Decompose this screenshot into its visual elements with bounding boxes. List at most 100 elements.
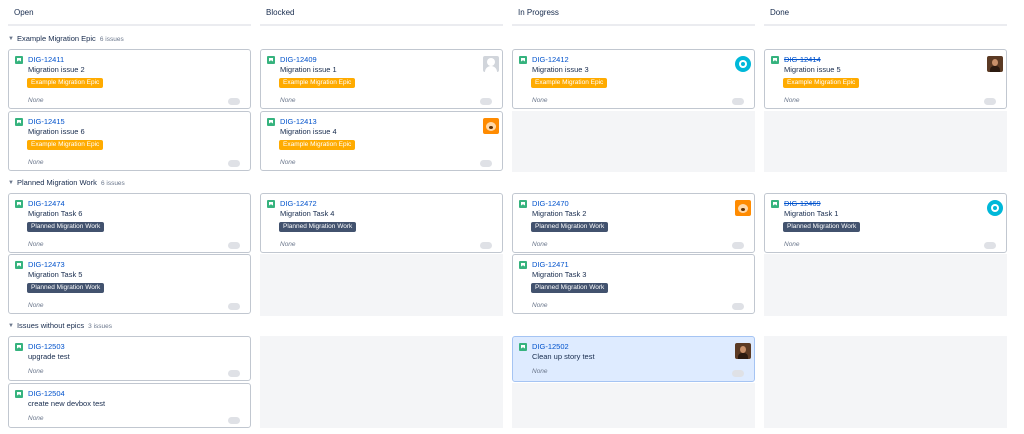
toggle-icon[interactable] <box>984 98 996 105</box>
teal-avatar-icon[interactable] <box>735 56 751 72</box>
issue-key-link[interactable]: DIG-12470 <box>532 199 569 209</box>
issue-summary: Clean up story test <box>532 352 595 361</box>
estimate-text: None <box>784 241 800 248</box>
epic-label: Example Migration Epic <box>27 140 104 150</box>
issue-count: 6 issues <box>100 180 125 187</box>
issue-summary: Migration issue 2 <box>28 65 85 74</box>
issue-key-link[interactable]: DIG-12413 <box>280 117 317 127</box>
column-header-in-progress: In Progress <box>512 0 755 26</box>
empty-cell <box>260 254 503 316</box>
toggle-icon[interactable] <box>732 370 744 377</box>
toggle-icon[interactable] <box>984 242 996 249</box>
epic-label: Planned Migration Work <box>27 283 105 293</box>
epic-label: Planned Migration Work <box>783 222 861 232</box>
issue-card[interactable]: DIG-12411 Migration issue 2 Example Migr… <box>8 49 251 109</box>
estimate-text: None <box>28 415 44 422</box>
issue-card[interactable]: DIG-12409 Migration issue 1 Example Migr… <box>260 49 503 109</box>
swimlane-title: Issues without epics <box>16 321 85 330</box>
swimlane-header[interactable]: ▼ Planned Migration Work 6 issues <box>8 177 125 189</box>
issue-card[interactable]: DIG-12471 Migration Task 3 Planned Migra… <box>512 254 755 314</box>
chevron-down-icon[interactable]: ▼ <box>8 33 14 45</box>
toggle-icon[interactable] <box>228 98 240 105</box>
issue-key-link[interactable]: DIG-12504 <box>28 389 65 399</box>
issue-card-selected[interactable]: DIG-12502 Clean up story test None <box>512 336 755 382</box>
issue-card[interactable]: DIG-12472 Migration Task 4 Planned Migra… <box>260 193 503 253</box>
issue-key-link[interactable]: DIG-12503 <box>28 342 65 352</box>
swimlane-header[interactable]: ▼ Example Migration Epic 6 issues <box>8 33 124 45</box>
story-icon <box>15 390 23 398</box>
issue-card[interactable]: DIG-12413 Migration issue 4 Example Migr… <box>260 111 503 171</box>
story-icon <box>519 261 527 269</box>
issue-summary: upgrade test <box>28 352 70 361</box>
issue-card[interactable]: DIG-12414 Migration issue 5 Example Migr… <box>764 49 1007 109</box>
issue-count: 3 issues <box>88 323 113 330</box>
estimate-text: None <box>28 368 44 375</box>
issue-card[interactable]: DIG-12469 Migration Task 1 Planned Migra… <box>764 193 1007 253</box>
swimlane-title: Example Migration Epic <box>16 34 96 43</box>
toggle-icon[interactable] <box>732 242 744 249</box>
issue-summary: Migration Task 4 <box>280 209 335 218</box>
epic-label: Example Migration Epic <box>279 78 356 88</box>
issue-key-link[interactable]: DIG-12409 <box>280 55 317 65</box>
empty-cell <box>260 336 503 428</box>
toggle-icon[interactable] <box>228 303 240 310</box>
estimate-text: None <box>280 159 296 166</box>
fox-avatar-icon[interactable] <box>735 200 751 216</box>
issue-key-link[interactable]: DIG-12414 <box>784 55 821 65</box>
story-icon <box>267 118 275 126</box>
toggle-icon[interactable] <box>480 98 492 105</box>
issue-summary: Migration issue 4 <box>280 127 337 136</box>
epic-label: Example Migration Epic <box>27 78 104 88</box>
issue-card[interactable]: DIG-12474 Migration Task 6 Planned Migra… <box>8 193 251 253</box>
swimlane-title: Planned Migration Work <box>16 178 97 187</box>
issue-key-link[interactable]: DIG-12469 <box>784 199 821 209</box>
issue-card[interactable]: DIG-12412 Migration issue 3 Example Migr… <box>512 49 755 109</box>
epic-label: Planned Migration Work <box>531 222 609 232</box>
toggle-icon[interactable] <box>480 242 492 249</box>
teal-avatar-icon[interactable] <box>987 200 1003 216</box>
default-avatar-icon[interactable] <box>483 56 499 72</box>
toggle-icon[interactable] <box>480 160 492 167</box>
issue-summary: Migration issue 3 <box>532 65 589 74</box>
swimlane-header[interactable]: ▼ Issues without epics 3 issues <box>8 320 112 332</box>
issue-key-link[interactable]: DIG-12472 <box>280 199 317 209</box>
issue-key-link[interactable]: DIG-12412 <box>532 55 569 65</box>
issue-card[interactable]: DIG-12503 upgrade test None <box>8 336 251 381</box>
issue-summary: create new devbox test <box>28 399 106 408</box>
issue-key-link[interactable]: DIG-12415 <box>28 117 65 127</box>
estimate-text: None <box>280 97 296 104</box>
issue-summary: Migration Task 6 <box>28 209 83 218</box>
issue-card[interactable]: DIG-12415 Migration issue 6 Example Migr… <box>8 111 251 171</box>
photo-avatar[interactable] <box>735 343 751 359</box>
issue-key-link[interactable]: DIG-12473 <box>28 260 65 270</box>
epic-label: Planned Migration Work <box>27 222 105 232</box>
kanban-board: Open Blocked In Progress Done ▼ Example M… <box>0 0 1024 434</box>
issue-key-link[interactable]: DIG-12474 <box>28 199 65 209</box>
issue-summary: Migration Task 1 <box>784 209 839 218</box>
toggle-icon[interactable] <box>732 98 744 105</box>
estimate-text: None <box>28 302 44 309</box>
toggle-icon[interactable] <box>228 242 240 249</box>
estimate-text: None <box>532 302 548 309</box>
toggle-icon[interactable] <box>228 370 240 377</box>
toggle-icon[interactable] <box>228 160 240 167</box>
photo-avatar[interactable] <box>987 56 1003 72</box>
estimate-text: None <box>532 97 548 104</box>
column-header-done: Done <box>764 0 1007 26</box>
issue-card[interactable]: DIG-12473 Migration Task 5 Planned Migra… <box>8 254 251 314</box>
empty-cell <box>512 383 755 428</box>
fox-avatar-icon[interactable] <box>483 118 499 134</box>
chevron-down-icon[interactable]: ▼ <box>8 320 14 332</box>
toggle-icon[interactable] <box>228 417 240 424</box>
estimate-text: None <box>280 241 296 248</box>
chevron-down-icon[interactable]: ▼ <box>8 177 14 189</box>
issue-key-link[interactable]: DIG-12502 <box>532 342 569 352</box>
issue-card[interactable]: DIG-12504 create new devbox test None <box>8 383 251 428</box>
issue-key-link[interactable]: DIG-12411 <box>28 55 64 65</box>
empty-cell <box>764 336 1007 428</box>
issue-key-link[interactable]: DIG-12471 <box>532 260 569 270</box>
toggle-icon[interactable] <box>732 303 744 310</box>
story-icon <box>15 200 23 208</box>
story-icon <box>519 200 527 208</box>
issue-card[interactable]: DIG-12470 Migration Task 2 Planned Migra… <box>512 193 755 253</box>
